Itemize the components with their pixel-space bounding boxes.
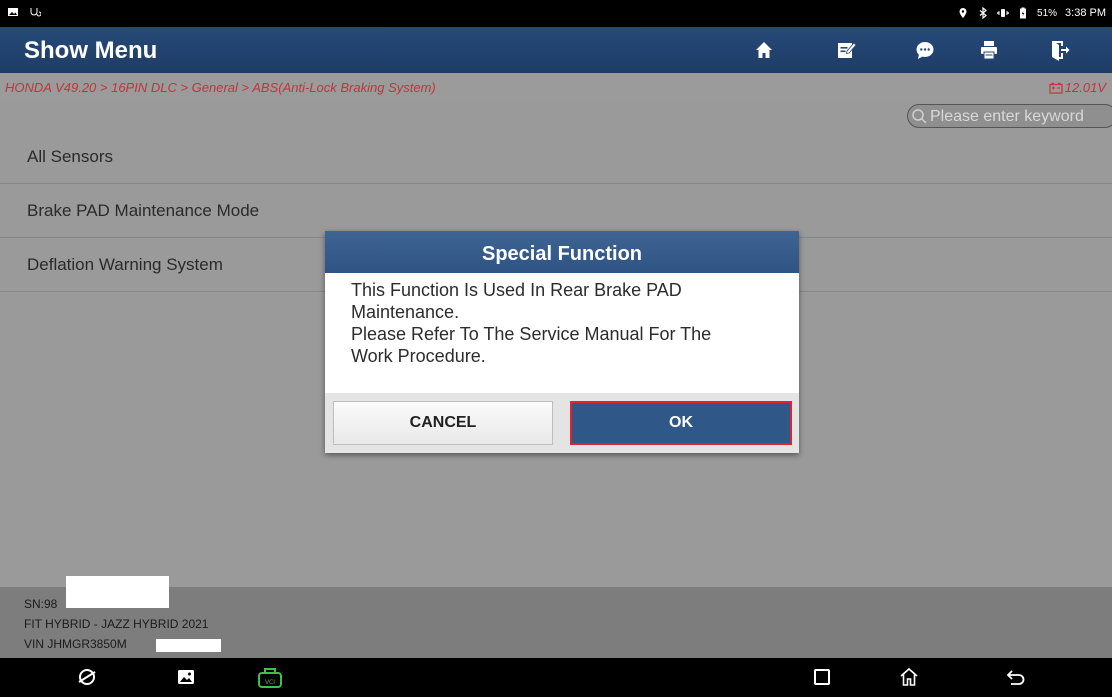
modal-overlay: Special Function This Function Is Used I… [0,0,1112,697]
dialog-title: Special Function [325,231,799,273]
ok-button[interactable]: OK [570,401,792,445]
dialog-button-bar: CANCEL OK [325,393,799,453]
dialog-message: This Function Is Used In Rear Brake PAD … [351,280,712,366]
cancel-button[interactable]: CANCEL [333,401,553,445]
special-function-dialog: Special Function This Function Is Used I… [325,231,799,453]
